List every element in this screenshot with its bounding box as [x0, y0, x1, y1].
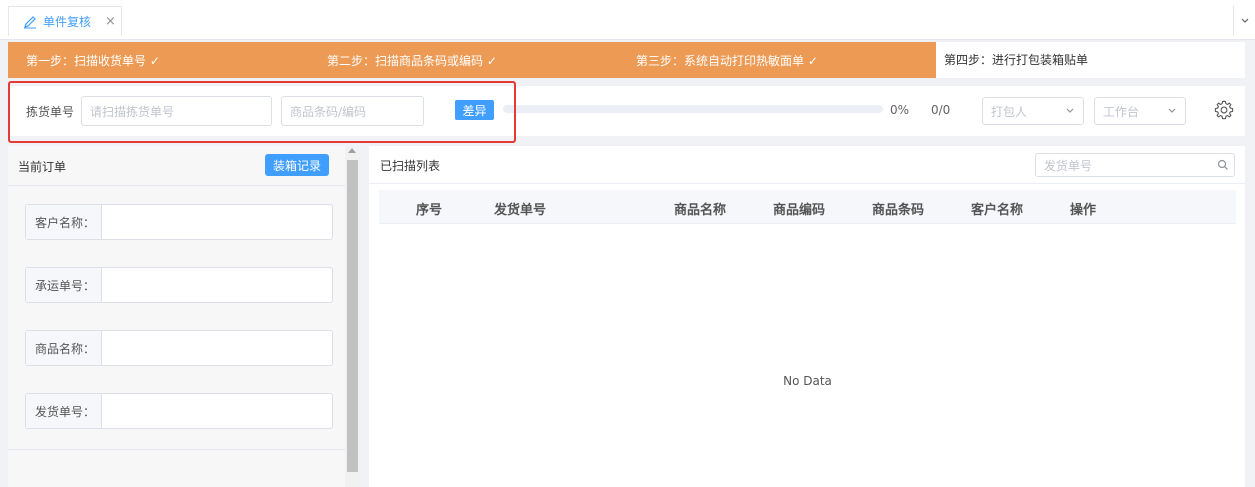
current-order-panel: 当前订单 装箱记录 客户名称： 承运单号： 商品名称： 发货单号：: [8, 146, 360, 487]
sku-input[interactable]: 商品条码/编码: [281, 96, 424, 126]
current-order-footer: [8, 449, 345, 487]
tab-title: 单件复核: [43, 15, 92, 29]
chevron-down-icon: [1066, 108, 1074, 113]
scanned-table: 序号 发货单号 商品名称 商品编码 商品条码 客户名称 操作 No Data: [379, 190, 1236, 487]
search-icon[interactable]: [1217, 159, 1229, 171]
chevron-down-icon: [1241, 18, 1248, 23]
current-order-header: 当前订单 装箱记录: [8, 146, 345, 186]
tab-single-review[interactable]: 单件复核 ×: [8, 6, 122, 36]
carrier-number-value: [102, 268, 332, 302]
scrollbar-thumb[interactable]: [347, 160, 358, 472]
col-customer-name: 客户名称: [971, 203, 1024, 218]
col-product-code: 商品编码: [773, 203, 826, 218]
scrollbar[interactable]: [345, 146, 360, 487]
station-select[interactable]: 工作台: [1094, 97, 1186, 125]
scanned-list-header: 已扫描列表 发货单号: [369, 146, 1245, 184]
step-4: 第四步：进行打包装箱贴单: [936, 42, 1245, 78]
sku-placeholder: 商品条码/编码: [290, 104, 367, 119]
tab-dropdown-button[interactable]: [1233, 6, 1255, 36]
table-header: 序号 发货单号 商品名称 商品编码 商品条码 客户名称 操作: [379, 190, 1236, 224]
product-name-label: 商品名称：: [26, 331, 102, 365]
scroll-up-arrow-icon[interactable]: [348, 148, 356, 153]
col-actions: 操作: [1070, 203, 1097, 218]
progress-bar: [503, 105, 883, 113]
col-product-name: 商品名称: [674, 203, 727, 218]
product-name-value: [102, 331, 332, 365]
packer-select[interactable]: 打包人: [982, 97, 1084, 125]
customer-name-label: 客户名称：: [26, 205, 102, 239]
customer-name-value: [102, 205, 332, 239]
carrier-number-field[interactable]: 承运单号：: [25, 267, 333, 303]
empty-state-text: No Data: [783, 374, 832, 388]
chevron-down-icon: [1168, 108, 1176, 113]
search-placeholder: 发货单号: [1044, 158, 1093, 173]
shipment-number-value: [102, 394, 332, 428]
col-product-barcode: 商品条码: [872, 203, 925, 218]
customer-name-field[interactable]: 客户名称：: [25, 204, 333, 240]
scanned-list-title: 已扫描列表: [380, 159, 441, 173]
step-1: 第一步：扫描收货单号 ✓: [8, 42, 309, 78]
scan-toolbar: 拣货单号 请扫描拣货单号 商品条码/编码 差异 0% 0/0 打包人 工作台: [8, 86, 1245, 136]
pick-number-placeholder: 请扫描拣货单号: [90, 104, 175, 119]
col-index: 序号: [416, 203, 443, 218]
pick-number-label: 拣货单号: [26, 105, 75, 119]
close-icon[interactable]: ×: [105, 14, 116, 29]
scanned-list-panel: 已扫描列表 发货单号 序号 发货单号 商品名称 商品编码 商品条码 客户名称 操…: [369, 146, 1245, 487]
col-shipment-number: 发货单号: [494, 203, 547, 218]
tab-bar: 单件复核 ×: [0, 0, 1255, 40]
product-name-field[interactable]: 商品名称：: [25, 330, 333, 366]
step-3: 第三步：系统自动打印热敏面单 ✓: [618, 42, 936, 78]
pick-number-input[interactable]: 请扫描拣货单号: [81, 96, 272, 126]
gear-icon[interactable]: [1213, 99, 1235, 121]
packer-placeholder: 打包人: [991, 104, 1028, 119]
shipment-number-field[interactable]: 发货单号：: [25, 393, 333, 429]
shipment-number-label: 发货单号：: [26, 394, 102, 428]
edit-icon: [24, 15, 36, 28]
shipment-search-input[interactable]: 发货单号: [1035, 153, 1235, 177]
progress-percent: 0%: [890, 103, 910, 117]
current-order-title: 当前订单: [18, 160, 67, 174]
step-bar: 第一步：扫描收货单号 ✓ 第二步：扫描商品条码或编码 ✓ 第三步：系统自动打印热…: [8, 42, 1245, 78]
carrier-number-label: 承运单号：: [26, 268, 102, 302]
progress-count: 0/0: [931, 103, 951, 117]
step-2: 第二步：扫描商品条码或编码 ✓: [309, 42, 618, 78]
diff-button[interactable]: 差异: [455, 100, 494, 120]
station-placeholder: 工作台: [1103, 104, 1140, 119]
pack-record-button[interactable]: 装箱记录: [265, 154, 329, 176]
